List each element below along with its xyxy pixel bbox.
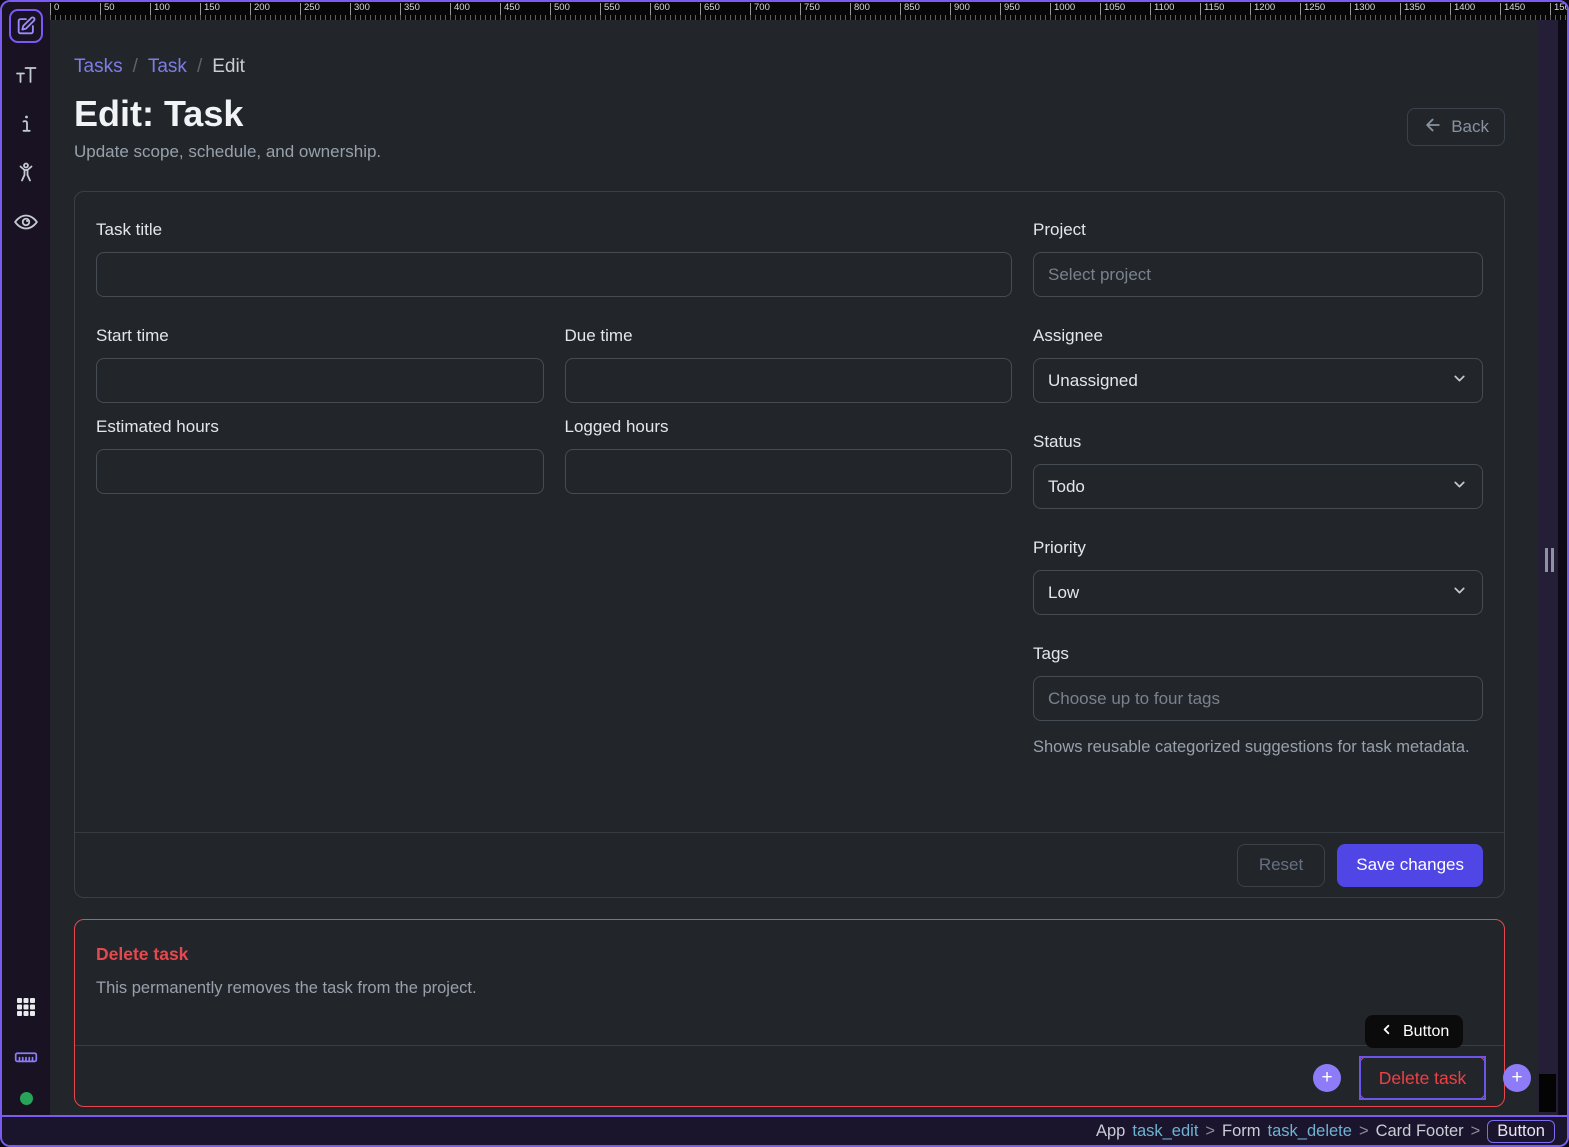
back-button-label: Back [1451, 117, 1489, 137]
delete-task-card: Delete task This permanently removes the… [74, 919, 1505, 1107]
chevron-left-icon [1379, 1022, 1394, 1042]
resize-handle[interactable] [1545, 548, 1554, 572]
chevron-down-icon [1451, 476, 1468, 498]
start-time-label: Start time [96, 326, 544, 346]
accessibility-tool-button[interactable] [9, 156, 43, 190]
accessibility-icon [14, 161, 38, 185]
edit-tool-button[interactable] [9, 9, 43, 43]
breadcrumb-separator: / [133, 56, 138, 78]
due-time-input[interactable] [565, 358, 1013, 403]
breadcrumb: Tasks / Task / Edit [74, 55, 1505, 79]
priority-label: Priority [1033, 538, 1483, 558]
delete-task-description: This permanently removes the task from t… [96, 979, 477, 998]
task-title-label: Task title [96, 220, 1012, 240]
pencil-square-icon [15, 15, 37, 37]
assignee-select[interactable]: Unassigned [1033, 358, 1483, 403]
task-form-card: Task title Start time [74, 191, 1505, 898]
status-dot [20, 1092, 33, 1105]
text-icon [14, 63, 38, 87]
card-footer-divider [75, 1045, 1504, 1046]
delete-task-title: Delete task [96, 944, 188, 965]
eye-icon [13, 209, 39, 235]
logged-hours-field: Logged hours [565, 417, 1013, 494]
status-separator: > [1471, 1122, 1481, 1141]
status-separator: > [1205, 1122, 1215, 1141]
estimated-hours-field: Estimated hours [96, 417, 544, 494]
task-title-field: Task title [96, 220, 1012, 297]
selected-element-wrapper: Delete task [1359, 1056, 1486, 1100]
assignee-value: Unassigned [1048, 371, 1138, 391]
status-separator: > [1359, 1122, 1369, 1141]
add-element-after-button[interactable]: + [1503, 1064, 1531, 1092]
breadcrumb-current: Edit [212, 56, 245, 78]
project-field: Project [1033, 220, 1483, 297]
breadcrumb-link-tasks[interactable]: Tasks [74, 56, 123, 78]
back-button[interactable]: Back [1407, 108, 1505, 146]
ruler-toggle-button[interactable] [9, 1039, 43, 1073]
element-tooltip-label: Button [1403, 1023, 1449, 1041]
form-card-footer: Reset Save changes [75, 832, 1504, 897]
element-tooltip: Button [1365, 1015, 1463, 1048]
ruler-icon [13, 1043, 39, 1069]
save-changes-button[interactable]: Save changes [1337, 844, 1483, 887]
add-element-before-button[interactable]: + [1313, 1064, 1341, 1092]
arrow-left-icon [1423, 115, 1443, 140]
info-icon [14, 112, 38, 136]
status-segment-app: App [1096, 1122, 1125, 1141]
project-input[interactable] [1033, 252, 1483, 297]
status-segment-card-footer: Card Footer [1376, 1122, 1464, 1141]
start-time-input[interactable] [96, 358, 544, 403]
assignee-field: Assignee Unassigned [1033, 326, 1483, 403]
estimated-hours-input[interactable] [96, 449, 544, 494]
due-time-label: Due time [565, 326, 1013, 346]
tags-field: Tags Shows reusable categorized suggesti… [1033, 644, 1483, 760]
right-gutter [1537, 20, 1567, 1115]
canvas: Tasks / Task / Edit Edit: Task Update sc… [50, 20, 1537, 1115]
grid-icon [14, 995, 38, 1019]
plus-icon: + [1321, 1067, 1332, 1088]
status-select[interactable]: Todo [1033, 464, 1483, 509]
gutter-track [1558, 20, 1567, 1115]
priority-field: Priority Low [1033, 538, 1483, 615]
status-value: Todo [1048, 477, 1085, 497]
breadcrumb-link-task[interactable]: Task [148, 56, 187, 78]
priority-select[interactable]: Low [1033, 570, 1483, 615]
left-toolbar [2, 2, 50, 1115]
app-window: 0501001502002503003504004505005506006507… [0, 0, 1569, 1147]
typography-tool-button[interactable] [9, 58, 43, 92]
page-title: Edit: Task [74, 92, 1505, 136]
statusbar: App task_edit > Form task_delete > Card … [2, 1115, 1567, 1145]
info-tool-button[interactable] [9, 107, 43, 141]
assignee-label: Assignee [1033, 326, 1483, 346]
project-label: Project [1033, 220, 1483, 240]
tags-help-text: Shows reusable categorized suggestions f… [1033, 734, 1483, 760]
page-subtitle: Update scope, schedule, and ownership. [74, 140, 1505, 163]
reset-button[interactable]: Reset [1237, 844, 1325, 887]
breadcrumb-separator: / [197, 56, 202, 78]
plus-icon: + [1511, 1067, 1522, 1088]
tags-label: Tags [1033, 644, 1483, 664]
status-segment-form: Form [1222, 1122, 1261, 1141]
apps-grid-button[interactable] [9, 990, 43, 1024]
logged-hours-label: Logged hours [565, 417, 1013, 437]
status-ref-task-edit[interactable]: task_edit [1132, 1122, 1198, 1141]
status-field: Status Todo [1033, 432, 1483, 509]
tags-input[interactable] [1033, 676, 1483, 721]
chevron-down-icon [1451, 582, 1468, 604]
logged-hours-input[interactable] [565, 449, 1013, 494]
status-label: Status [1033, 432, 1483, 452]
ruler: 0501001502002503003504004505005506006507… [50, 2, 1567, 20]
due-time-field: Due time [565, 326, 1013, 403]
start-time-field: Start time [96, 326, 544, 403]
task-title-input[interactable] [96, 252, 1012, 297]
chevron-down-icon [1451, 370, 1468, 392]
status-ref-task-delete[interactable]: task_delete [1268, 1122, 1352, 1141]
status-segment-button-selected[interactable]: Button [1487, 1120, 1555, 1143]
delete-task-button[interactable]: Delete task [1359, 1056, 1486, 1100]
priority-value: Low [1048, 583, 1079, 603]
estimated-hours-label: Estimated hours [96, 417, 544, 437]
preview-tool-button[interactable] [9, 205, 43, 239]
scrollbar-thumb[interactable] [1539, 1074, 1556, 1112]
